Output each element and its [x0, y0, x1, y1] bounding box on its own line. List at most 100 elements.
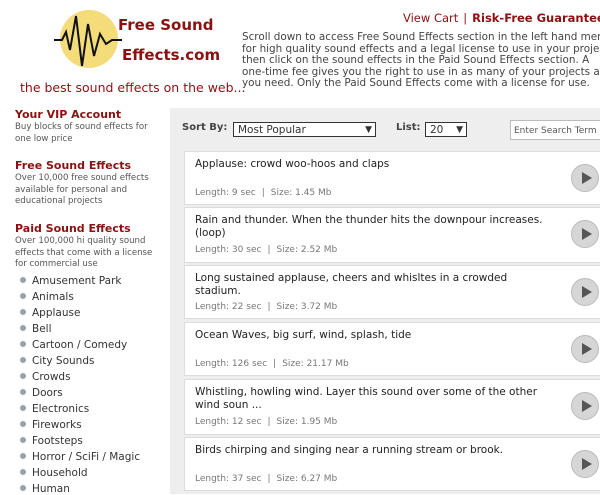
bullet-icon	[20, 277, 26, 283]
category-item[interactable]: Animals	[20, 291, 74, 303]
bullet-icon	[20, 485, 26, 491]
result-meta: Length: 22 sec | Size: 3.72 Mb	[195, 302, 337, 312]
list-count-select[interactable]: 20 ▼	[425, 122, 467, 137]
category-item[interactable]: Household	[20, 467, 88, 479]
list-select-value: 20	[430, 124, 444, 136]
play-button[interactable]	[571, 220, 599, 248]
waveform-icon	[54, 15, 122, 67]
category-label: Animals	[32, 291, 74, 303]
search-input[interactable]: Enter Search Term	[510, 120, 600, 140]
category-label: Human	[32, 483, 70, 495]
result-meta: Length: 126 sec | Size: 21.17 Mb	[195, 359, 349, 369]
bullet-icon	[20, 437, 26, 443]
result-title[interactable]: Ocean Waves, big surf, wind, splash, tid…	[195, 329, 545, 342]
result-length: Length: 9 sec	[195, 188, 256, 198]
result-length: Length: 22 sec	[195, 302, 262, 312]
tagline: the best sound effects on the web...	[20, 80, 246, 95]
category-item[interactable]: Crowds	[20, 371, 71, 383]
free-sound-effects-link[interactable]: Free Sound Effects	[15, 159, 131, 172]
chevron-down-icon: ▼	[365, 125, 372, 135]
result-size: Size: 1.45 Mb	[270, 188, 332, 198]
play-button[interactable]	[571, 278, 599, 306]
chevron-down-icon: ▼	[456, 125, 463, 135]
result-title[interactable]: Birds chirping and singing near a runnin…	[195, 444, 545, 457]
category-item[interactable]: Human	[20, 483, 70, 495]
result-title[interactable]: Applause: crowd woo-hoos and claps	[195, 158, 545, 171]
separator: |	[463, 11, 468, 25]
bullet-icon	[20, 469, 26, 475]
bullet-icon	[20, 309, 26, 315]
bullet-icon	[20, 453, 26, 459]
vip-account-desc: Buy blocks of sound effects for one low …	[15, 122, 148, 144]
bullet-icon	[20, 405, 26, 411]
separator: |	[267, 302, 271, 312]
sidebar: Your VIP Account Buy blocks of sound eff…	[0, 104, 170, 495]
list-label: List:	[396, 122, 421, 133]
bullet-icon	[20, 389, 26, 395]
result-size: Size: 1.95 Mb	[276, 417, 338, 427]
result-length: Length: 12 sec	[195, 417, 262, 427]
play-button[interactable]	[571, 335, 599, 363]
category-item[interactable]: Bell	[20, 323, 52, 335]
category-label: Electronics	[32, 403, 90, 415]
vip-account-link[interactable]: Your VIP Account	[15, 108, 121, 121]
result-card[interactable]: Birds chirping and singing near a runnin…	[184, 437, 600, 491]
result-meta: Length: 30 sec | Size: 2.52 Mb	[195, 245, 337, 255]
play-button[interactable]	[571, 450, 599, 478]
result-size: Size: 6.27 Mb	[276, 474, 338, 484]
category-item[interactable]: Electronics	[20, 403, 89, 415]
results-panel: Sort By: Most Popular ▼ List: 20 ▼ Enter S…	[170, 108, 600, 494]
result-card[interactable]: Ocean Waves, big surf, wind, splash, tid…	[184, 322, 600, 376]
category-label: Doors	[32, 387, 63, 399]
category-label: Household	[32, 467, 88, 479]
separator: |	[267, 474, 271, 484]
bullet-icon	[20, 341, 26, 347]
separator: |	[267, 245, 271, 255]
result-card[interactable]: Long sustained applause, cheers and whis…	[184, 265, 600, 319]
sort-select-value: Most Popular	[238, 124, 306, 136]
category-label: Fireworks	[32, 419, 82, 431]
result-length: Length: 126 sec	[195, 359, 268, 369]
result-size: Size: 3.72 Mb	[276, 302, 338, 312]
category-label: Amusement Park	[32, 275, 122, 287]
view-cart-link[interactable]: View Cart	[403, 11, 458, 25]
category-label: Footsteps	[32, 435, 83, 447]
sort-select[interactable]: Most Popular ▼	[233, 122, 376, 137]
category-item[interactable]: Horror / SciFi / Magic	[20, 451, 140, 463]
header: Free Sound Effects.com the best sound ef…	[0, 0, 600, 104]
play-button[interactable]	[571, 392, 599, 420]
category-label: City Sounds	[32, 355, 95, 367]
result-title[interactable]: Rain and thunder. When the thunder hits …	[195, 214, 545, 240]
category-label: Applause	[32, 307, 81, 319]
category-label: Cartoon / Comedy	[32, 339, 128, 351]
category-item[interactable]: Amusement Park	[20, 275, 122, 287]
bullet-icon	[20, 293, 26, 299]
paid-sound-effects-desc: Over 100,000 hi quality sound effects th…	[15, 236, 153, 269]
category-item[interactable]: Applause	[20, 307, 80, 319]
result-card[interactable]: Rain and thunder. When the thunder hits …	[184, 207, 600, 263]
result-meta: Length: 9 sec | Size: 1.45 Mb	[195, 188, 332, 198]
result-length: Length: 37 sec	[195, 474, 262, 484]
category-item[interactable]: City Sounds	[20, 355, 94, 367]
result-card[interactable]: Whistling, howling wind. Layer this soun…	[184, 379, 600, 435]
category-item[interactable]: Cartoon / Comedy	[20, 339, 127, 351]
logo-text-line1: Free Sound	[118, 16, 214, 34]
paid-sound-effects-link[interactable]: Paid Sound Effects	[15, 222, 131, 235]
result-card[interactable]: Applause: crowd woo-hoos and claps Lengt…	[184, 151, 600, 205]
bullet-icon	[20, 325, 26, 331]
category-item[interactable]: Doors	[20, 387, 63, 399]
play-button[interactable]	[571, 164, 599, 192]
free-sound-effects-desc: Over 10,000 free sound effects available…	[15, 173, 149, 206]
separator: |	[267, 417, 271, 427]
result-size: Size: 2.52 Mb	[276, 245, 338, 255]
separator: |	[273, 359, 277, 369]
result-title[interactable]: Long sustained applause, cheers and whis…	[195, 272, 545, 298]
logo[interactable]: Free Sound Effects.com	[52, 10, 222, 72]
risk-free-guarantee-link[interactable]: Risk-Free Guarantee	[472, 11, 600, 25]
separator: |	[261, 188, 265, 198]
bullet-icon	[20, 373, 26, 379]
category-label: Bell	[32, 323, 52, 335]
category-item[interactable]: Fireworks	[20, 419, 82, 431]
result-title[interactable]: Whistling, howling wind. Layer this soun…	[195, 386, 545, 412]
category-item[interactable]: Footsteps	[20, 435, 83, 447]
